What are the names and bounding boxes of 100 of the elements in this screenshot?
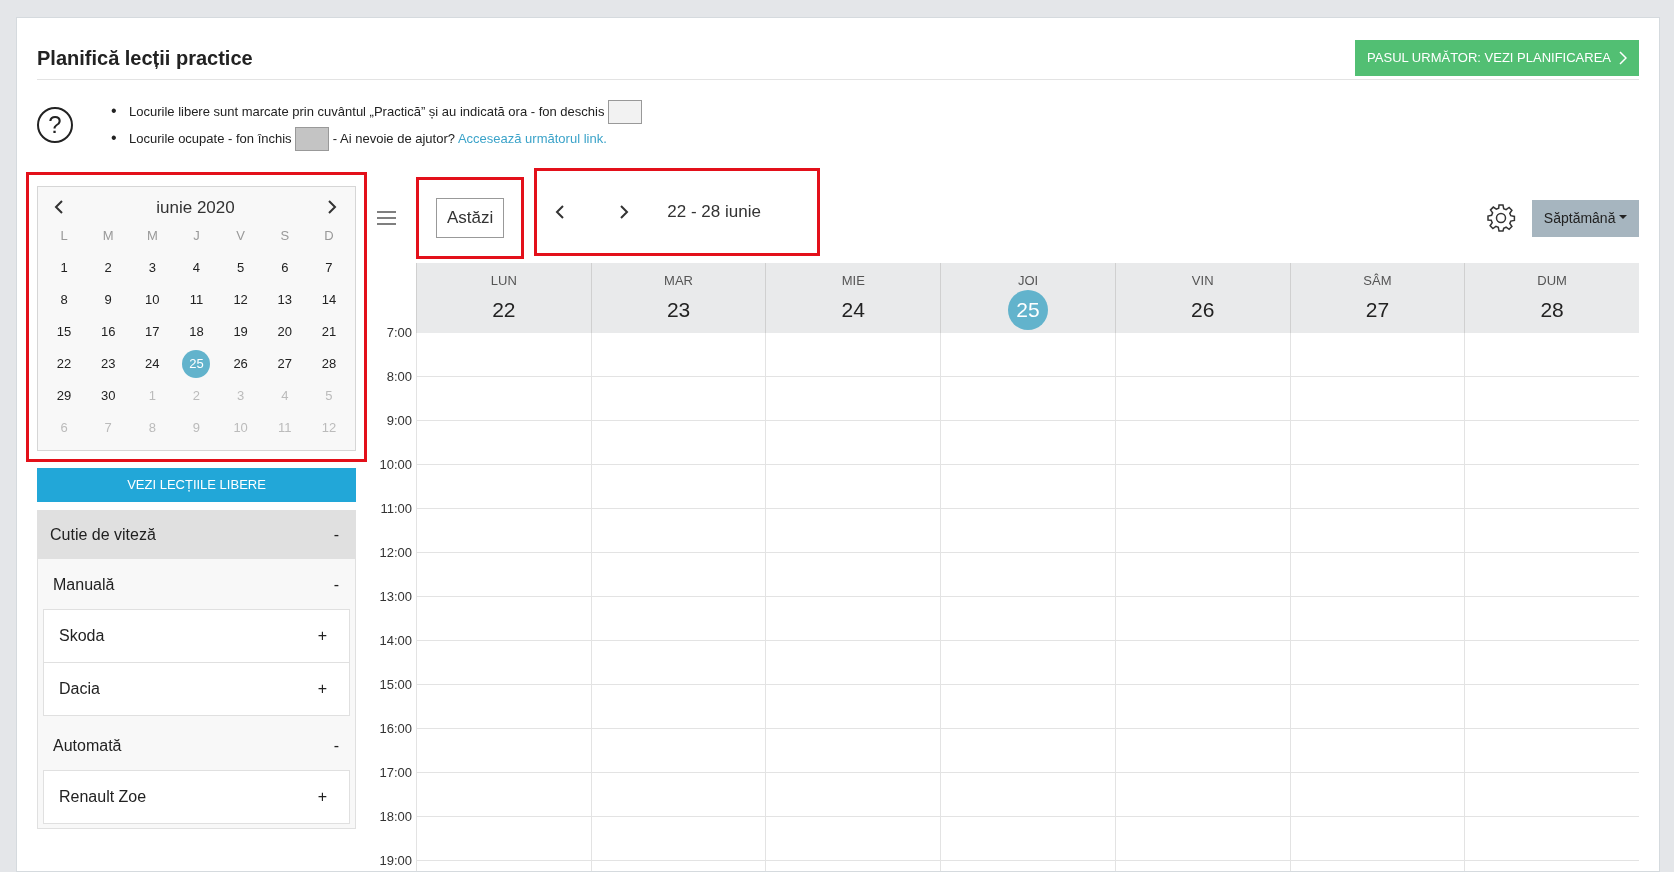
- calendar-day[interactable]: 27: [270, 350, 299, 378]
- time-slot[interactable]: [1289, 816, 1465, 861]
- day-header[interactable]: VIN 26: [1114, 262, 1290, 333]
- day-header[interactable]: MAR 23: [590, 262, 766, 333]
- calendar-day[interactable]: 24: [138, 350, 167, 378]
- time-slot[interactable]: [940, 816, 1115, 861]
- time-slot[interactable]: [940, 332, 1115, 377]
- calendar-day[interactable]: 28: [314, 350, 343, 378]
- time-slot[interactable]: [1114, 552, 1290, 597]
- time-slot[interactable]: [416, 376, 591, 421]
- day-header[interactable]: SÂM 27: [1289, 262, 1465, 333]
- time-slot[interactable]: [1289, 332, 1465, 377]
- calendar-day[interactable]: 15: [50, 318, 79, 346]
- calendar-day[interactable]: 11: [182, 286, 211, 314]
- time-slot[interactable]: [1114, 332, 1290, 377]
- time-slot[interactable]: [940, 684, 1115, 729]
- day-header[interactable]: LUN 22: [416, 262, 591, 333]
- time-slot[interactable]: [590, 596, 766, 641]
- time-slot[interactable]: [1114, 420, 1290, 465]
- time-slot[interactable]: [416, 684, 591, 729]
- time-slot[interactable]: [940, 508, 1115, 553]
- day-header[interactable]: DUM 28: [1464, 262, 1639, 333]
- calendar-day[interactable]: 19: [226, 318, 255, 346]
- time-slot[interactable]: [1464, 728, 1639, 773]
- filter-header[interactable]: Cutie de viteză -: [38, 510, 355, 559]
- calendar-day[interactable]: 10: [138, 286, 167, 314]
- time-slot[interactable]: [590, 640, 766, 685]
- time-slot[interactable]: [590, 464, 766, 509]
- calendar-day[interactable]: 22: [50, 350, 79, 378]
- calendar-day[interactable]: 12: [226, 286, 255, 314]
- calendar-day[interactable]: 9: [94, 286, 123, 314]
- time-slot[interactable]: [416, 552, 591, 597]
- time-slot[interactable]: [1289, 772, 1465, 817]
- time-slot[interactable]: [1289, 376, 1465, 421]
- time-slot[interactable]: [1114, 816, 1290, 861]
- time-slot[interactable]: [416, 332, 591, 377]
- filter-item[interactable]: Renault Zoe +: [43, 769, 350, 824]
- time-slot[interactable]: [940, 640, 1115, 685]
- time-slot[interactable]: [1289, 684, 1465, 729]
- today-button[interactable]: Astăzi: [436, 198, 505, 238]
- calendar-day[interactable]: 6: [270, 254, 299, 282]
- time-slot[interactable]: [416, 464, 591, 509]
- time-slot[interactable]: [1114, 728, 1290, 773]
- time-slot[interactable]: [590, 552, 766, 597]
- calendar-day[interactable]: 1: [50, 254, 79, 282]
- time-slot[interactable]: [590, 728, 766, 773]
- time-slot[interactable]: [416, 420, 591, 465]
- calendar-day[interactable]: 21: [314, 318, 343, 346]
- expand-toggle[interactable]: +: [317, 623, 327, 648]
- time-slot[interactable]: [590, 508, 766, 553]
- time-slot[interactable]: [1464, 420, 1639, 465]
- menu-icon[interactable]: [377, 210, 396, 226]
- time-slot[interactable]: [1464, 552, 1639, 597]
- chevron-left-icon[interactable]: [52, 199, 66, 216]
- filter-group[interactable]: Manuală -: [38, 558, 355, 609]
- calendar-day[interactable]: 4: [182, 254, 211, 282]
- calendar-day[interactable]: 29: [50, 382, 79, 410]
- time-slot[interactable]: [940, 596, 1115, 641]
- time-slot[interactable]: [416, 816, 591, 861]
- time-slot[interactable]: [1464, 640, 1639, 685]
- time-slot[interactable]: [590, 772, 766, 817]
- time-slot[interactable]: [765, 684, 941, 729]
- collapse-toggle[interactable]: -: [333, 572, 339, 597]
- calendar-day[interactable]: 3: [138, 254, 167, 282]
- time-slot[interactable]: [1289, 596, 1465, 641]
- time-slot[interactable]: [590, 376, 766, 421]
- time-slot[interactable]: [765, 552, 941, 597]
- calendar-day[interactable]: 14: [314, 286, 343, 314]
- time-slot[interactable]: [1289, 508, 1465, 553]
- time-slot[interactable]: [765, 420, 941, 465]
- time-slot[interactable]: [1114, 772, 1290, 817]
- time-slot[interactable]: [590, 420, 766, 465]
- time-slot[interactable]: [590, 684, 766, 729]
- time-slot[interactable]: [765, 640, 941, 685]
- filter-group[interactable]: Automată -: [38, 719, 355, 770]
- calendar-day[interactable]: 8: [50, 286, 79, 314]
- time-slot[interactable]: [765, 772, 941, 817]
- time-slot[interactable]: [416, 508, 591, 553]
- time-slot[interactable]: [940, 376, 1115, 421]
- collapse-toggle[interactable]: -: [333, 733, 339, 758]
- time-slot[interactable]: [1289, 552, 1465, 597]
- calendar-day[interactable]: 18: [182, 318, 211, 346]
- time-slot[interactable]: [416, 640, 591, 685]
- time-slot[interactable]: [1289, 728, 1465, 773]
- time-slot[interactable]: [1464, 332, 1639, 377]
- time-slot[interactable]: [416, 596, 591, 641]
- time-slot[interactable]: [1289, 420, 1465, 465]
- time-slot[interactable]: [765, 508, 941, 553]
- filter-item[interactable]: Skoda +: [43, 608, 350, 663]
- calendar-day[interactable]: 2: [94, 254, 123, 282]
- time-slot[interactable]: [940, 772, 1115, 817]
- calendar-day[interactable]: 20: [270, 318, 299, 346]
- filter-item[interactable]: Dacia +: [43, 662, 350, 716]
- calendar-day[interactable]: 17: [138, 318, 167, 346]
- time-slot[interactable]: [590, 332, 766, 377]
- time-slot[interactable]: [765, 728, 941, 773]
- expand-toggle[interactable]: +: [317, 784, 327, 809]
- time-slot[interactable]: [1464, 376, 1639, 421]
- calendar-day[interactable]: 26: [226, 350, 255, 378]
- time-slot[interactable]: [940, 420, 1115, 465]
